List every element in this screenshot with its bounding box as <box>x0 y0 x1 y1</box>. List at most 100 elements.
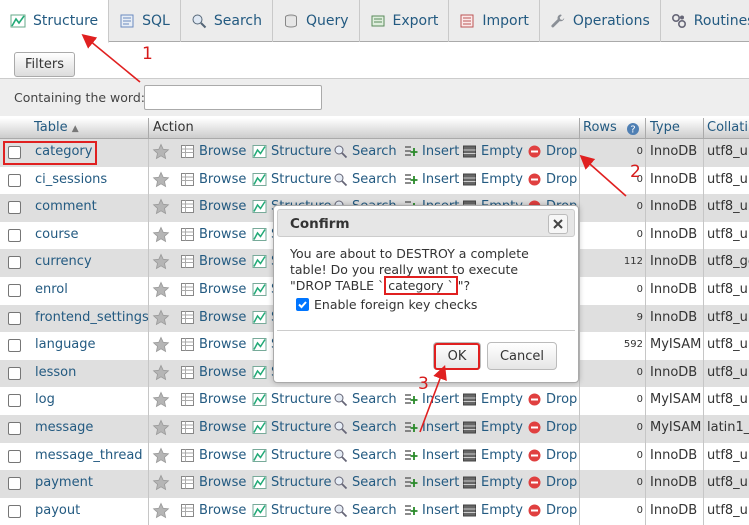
favorite-star-icon[interactable] <box>152 309 170 327</box>
table-name-link[interactable]: payout <box>35 503 80 518</box>
browse-action-link[interactable]: Browse <box>180 448 246 463</box>
table-name-link[interactable]: message <box>35 420 93 435</box>
row-checkbox[interactable] <box>8 201 21 215</box>
drop-action-link[interactable]: Drop <box>527 392 577 407</box>
search-action-link[interactable]: Search <box>333 392 397 407</box>
favorite-star-icon[interactable] <box>152 502 170 520</box>
cancel-button[interactable]: Cancel <box>487 342 557 370</box>
empty-action-link[interactable]: Empty <box>462 420 523 435</box>
row-checkbox[interactable] <box>8 228 21 242</box>
search-action-link[interactable]: Search <box>333 503 397 518</box>
structure-action-link[interactable]: Structure <box>252 172 331 187</box>
collation[interactable]: latin1_s <box>707 420 749 435</box>
browse-action-link[interactable]: Browse <box>180 310 246 325</box>
favorite-star-icon[interactable] <box>152 143 170 161</box>
table-name-link[interactable]: language <box>35 337 96 352</box>
insert-action-link[interactable]: Insert <box>403 392 459 407</box>
browse-action-link[interactable]: Browse <box>180 503 246 518</box>
favorite-star-icon[interactable] <box>152 198 170 216</box>
browse-action-link[interactable]: Browse <box>180 392 246 407</box>
empty-action-link[interactable]: Empty <box>462 503 523 518</box>
collation[interactable]: utf8_ur <box>707 365 749 380</box>
search-action-link[interactable]: Search <box>333 420 397 435</box>
drop-action-link[interactable]: Drop <box>527 448 577 463</box>
insert-action-link[interactable]: Insert <box>403 420 459 435</box>
structure-action-link[interactable]: Structure <box>252 503 331 518</box>
type-column-header[interactable]: Type <box>650 120 680 135</box>
tab-export[interactable]: Export <box>360 0 450 42</box>
table-name-link[interactable]: lesson <box>35 365 76 380</box>
browse-action-link[interactable]: Browse <box>180 227 246 242</box>
collation[interactable]: utf8_ur <box>707 310 749 325</box>
browse-action-link[interactable]: Browse <box>180 199 246 214</box>
collation[interactable]: utf8_ur <box>707 392 749 407</box>
favorite-star-icon[interactable] <box>152 253 170 271</box>
favorite-star-icon[interactable] <box>152 336 170 354</box>
structure-action-link[interactable]: Structure <box>252 144 331 159</box>
collation[interactable]: utf8_ur <box>707 144 749 159</box>
empty-action-link[interactable]: Empty <box>462 392 523 407</box>
drop-action-link[interactable]: Drop <box>527 475 577 490</box>
favorite-star-icon[interactable] <box>152 391 170 409</box>
collation-column-header[interactable]: Collati <box>707 120 748 135</box>
row-checkbox[interactable] <box>8 311 21 325</box>
browse-action-link[interactable]: Browse <box>180 365 246 380</box>
browse-action-link[interactable]: Browse <box>180 282 246 297</box>
drop-action-link[interactable]: Drop <box>527 420 577 435</box>
table-column-header[interactable]: Table ▲ <box>34 120 79 135</box>
collation[interactable]: utf8_ur <box>707 172 749 187</box>
insert-action-link[interactable]: Insert <box>403 448 459 463</box>
tab-sql[interactable]: SQL <box>109 0 181 42</box>
collation[interactable]: utf8_ur <box>707 282 749 297</box>
drop-action-link[interactable]: Drop <box>527 144 577 159</box>
tab-import[interactable]: Import <box>449 0 540 42</box>
empty-action-link[interactable]: Empty <box>462 448 523 463</box>
collation[interactable]: utf8_ur <box>707 503 749 518</box>
favorite-star-icon[interactable] <box>152 364 170 382</box>
structure-action-link[interactable]: Structure <box>252 448 331 463</box>
structure-action-link[interactable]: Structure <box>252 392 331 407</box>
empty-action-link[interactable]: Empty <box>462 475 523 490</box>
search-action-link[interactable]: Search <box>333 475 397 490</box>
search-action-link[interactable]: Search <box>333 172 397 187</box>
structure-action-link[interactable]: Structure <box>252 475 331 490</box>
row-checkbox[interactable] <box>8 422 21 435</box>
favorite-star-icon[interactable] <box>152 419 170 437</box>
tab-routines[interactable]: Routines <box>661 0 749 42</box>
collation[interactable]: utf8_ur <box>707 475 749 490</box>
favorite-star-icon[interactable] <box>152 447 170 465</box>
browse-action-link[interactable]: Browse <box>180 144 246 159</box>
rows-column-header[interactable]: Rows <box>583 120 617 135</box>
table-name-link[interactable]: message_thread <box>35 448 143 463</box>
tab-operations[interactable]: Operations <box>540 0 661 42</box>
filters-button[interactable]: Filters <box>14 52 75 77</box>
empty-action-link[interactable]: Empty <box>462 144 523 159</box>
empty-action-link[interactable]: Empty <box>462 172 523 187</box>
collation[interactable]: utf8_ge <box>707 254 749 269</box>
row-checkbox[interactable] <box>8 366 21 380</box>
search-action-link[interactable]: Search <box>333 144 397 159</box>
favorite-star-icon[interactable] <box>152 171 170 189</box>
row-checkbox[interactable] <box>8 394 21 408</box>
row-checkbox[interactable] <box>8 284 21 297</box>
search-action-link[interactable]: Search <box>333 448 397 463</box>
row-checkbox[interactable] <box>8 449 21 463</box>
tab-search[interactable]: Search <box>181 0 273 42</box>
drop-action-link[interactable]: Drop <box>527 172 577 187</box>
table-name-link[interactable]: log <box>35 392 55 407</box>
foreign-key-checkbox[interactable] <box>296 298 309 311</box>
favorite-star-icon[interactable] <box>152 281 170 299</box>
favorite-star-icon[interactable] <box>152 474 170 492</box>
close-icon[interactable] <box>548 214 568 234</box>
browse-action-link[interactable]: Browse <box>180 337 246 352</box>
table-name-link[interactable]: enrol <box>35 282 68 297</box>
tab-structure[interactable]: Structure <box>0 0 110 43</box>
row-checkbox[interactable] <box>8 256 21 270</box>
browse-action-link[interactable]: Browse <box>180 420 246 435</box>
table-name-link[interactable]: payment <box>35 475 93 490</box>
table-name-link[interactable]: ci_sessions <box>35 172 107 187</box>
help-icon[interactable]: ? <box>626 122 640 136</box>
table-name-link[interactable]: frontend_settings <box>35 310 149 325</box>
browse-action-link[interactable]: Browse <box>180 254 246 269</box>
row-checkbox[interactable] <box>8 504 21 518</box>
